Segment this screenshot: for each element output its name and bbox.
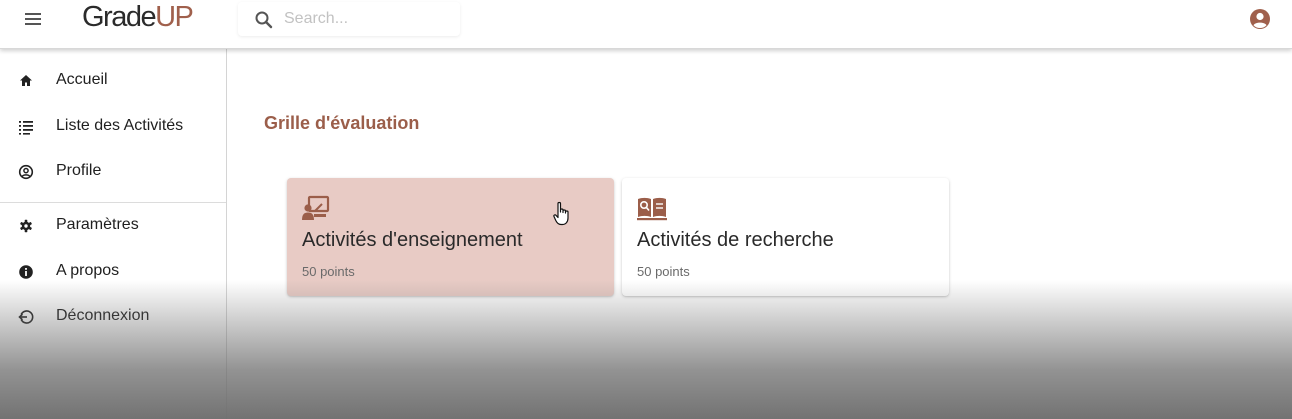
card-title: Activités d'enseignement xyxy=(302,229,523,251)
logo-text-main: Grade xyxy=(82,1,157,33)
search-input[interactable] xyxy=(284,8,444,30)
sidebar-item-liste-activites[interactable]: Liste des Activités xyxy=(0,106,226,146)
sidebar-item-label: A propos xyxy=(56,262,120,279)
sidebar-item-parametres[interactable]: Paramètres xyxy=(0,205,226,245)
menu-icon[interactable] xyxy=(22,9,44,29)
card-activites-recherche[interactable]: Activités de recherche 50 points xyxy=(622,178,949,296)
sidebar: Accueil Liste des Activités Profile Para… xyxy=(0,49,227,419)
top-app-bar: GradeUP xyxy=(0,0,1292,49)
sidebar-item-profile[interactable]: Profile xyxy=(0,151,226,191)
card-points: 50 points xyxy=(637,264,690,279)
search-box[interactable] xyxy=(238,2,460,36)
page-title: Grille d'évaluation xyxy=(264,113,420,133)
sidebar-item-label: Déconnexion xyxy=(56,307,150,324)
card-points: 50 points xyxy=(302,264,355,279)
sidebar-item-label: Profile xyxy=(56,162,102,179)
sidebar-item-label: Paramètres xyxy=(56,216,139,233)
search-icon xyxy=(255,11,273,29)
card-activites-enseignement[interactable]: Activités d'enseignement 50 points xyxy=(287,178,614,296)
app-logo[interactable]: GradeUP xyxy=(82,1,194,33)
list-icon xyxy=(19,121,33,135)
sidebar-item-accueil[interactable]: Accueil xyxy=(0,60,226,100)
account-icon[interactable] xyxy=(1248,7,1272,31)
sidebar-item-deconnexion[interactable]: Déconnexion xyxy=(0,296,226,336)
sidebar-divider xyxy=(0,202,226,203)
logout-icon xyxy=(18,310,34,324)
hand-pointer-cursor-icon xyxy=(553,201,569,226)
logo-text-accent: UP xyxy=(155,1,194,33)
gear-icon xyxy=(20,219,32,233)
teaching-icon xyxy=(302,195,330,220)
card-title: Activités de recherche xyxy=(637,229,834,251)
profile-icon xyxy=(18,164,34,180)
sidebar-item-a-propos[interactable]: A propos xyxy=(0,251,226,291)
home-icon xyxy=(20,75,32,86)
sidebar-item-label: Liste des Activités xyxy=(56,117,184,134)
info-icon xyxy=(19,265,33,279)
sidebar-item-label: Accueil xyxy=(56,71,108,88)
research-book-icon xyxy=(637,197,667,221)
